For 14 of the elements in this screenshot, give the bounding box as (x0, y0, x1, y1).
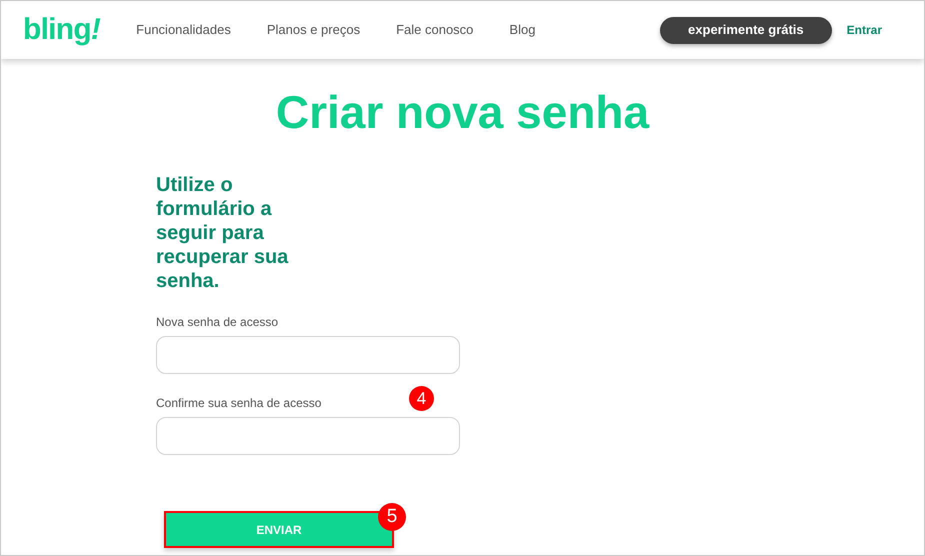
password-field[interactable] (156, 417, 460, 455)
field-label: Nova senha de acesso (156, 314, 278, 331)
form-heading: Utilize o formulário a seguir para recuperar sua senha. (156, 173, 290, 293)
login-link[interactable]: Entrar (846, 21, 882, 39)
trial-button[interactable]: experimente grátis (660, 16, 832, 44)
nav-link[interactable]: Planos e preços (266, 20, 360, 40)
step-badge: 4 (409, 386, 434, 411)
nav-link[interactable]: Blog (509, 20, 536, 40)
field-label: Confirme sua senha de acesso (156, 395, 322, 412)
page-title: Criar nova senha (274, 89, 650, 135)
step-badge: 5 (378, 503, 406, 531)
nav-link[interactable]: Fale conosco (396, 20, 474, 40)
password-field[interactable] (156, 336, 460, 374)
nav-link[interactable]: Funcionalidades (136, 20, 231, 40)
